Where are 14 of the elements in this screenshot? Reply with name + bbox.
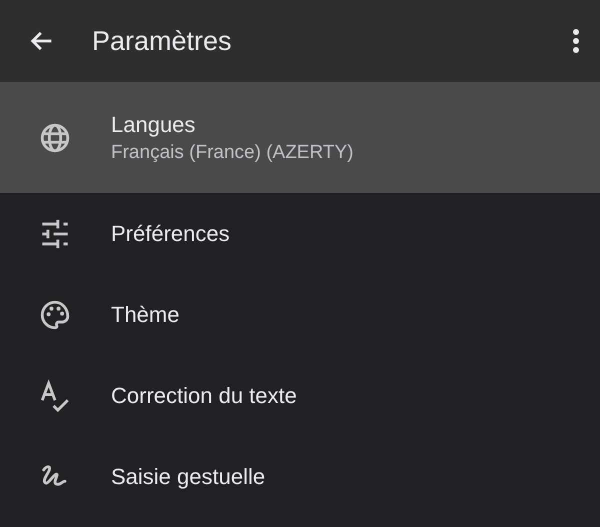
item-subtitle: Français (France) (AZERTY) <box>111 142 354 164</box>
item-label: Saisie gestuelle <box>111 464 266 490</box>
more-options-icon[interactable] <box>572 28 580 54</box>
item-label: Thème <box>111 302 180 328</box>
screen-title: Paramètres <box>92 26 233 56</box>
spellcheck-icon <box>38 378 72 412</box>
item-label: Préférences <box>111 220 230 246</box>
settings-item[interactable]: Langues Français (France) (AZERTY) <box>0 82 600 193</box>
settings-item[interactable]: Préférences <box>0 193 600 274</box>
item-label: Correction du texte <box>111 382 297 408</box>
settings-item[interactable]: Thème <box>0 274 600 355</box>
item-label: Langues <box>111 112 196 138</box>
settings-item[interactable]: Saisie gestuelle <box>0 436 600 517</box>
settings-item[interactable]: Correction du texte <box>0 355 600 436</box>
